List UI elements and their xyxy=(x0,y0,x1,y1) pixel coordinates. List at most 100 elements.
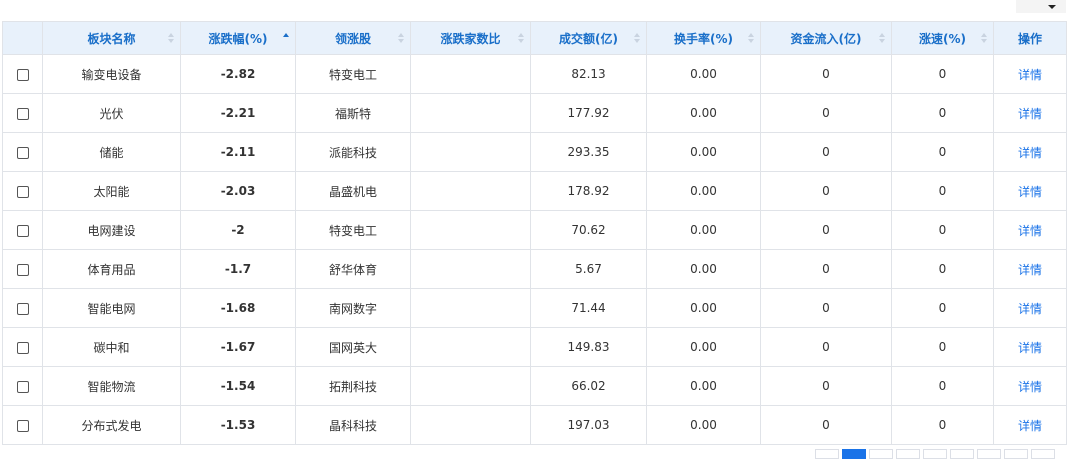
table-row: 体育用品 -1.7 舒华体育 5.67 0.00 0 0 详情 xyxy=(2,249,1067,289)
detail-link-cell: 详情 xyxy=(993,171,1067,211)
turnover-rate-cell: 0.00 xyxy=(646,210,761,250)
sort-icon[interactable] xyxy=(634,33,640,44)
page-button[interactable] xyxy=(1031,449,1055,459)
sort-icon[interactable] xyxy=(748,33,754,44)
table-row: 太阳能 -2.03 晶盛机电 178.92 0.00 0 0 详情 xyxy=(2,171,1067,211)
turnover-cell: 178.92 xyxy=(530,171,647,211)
up-down-ratio-cell xyxy=(410,405,531,445)
header-leading-stock[interactable]: 领涨股 xyxy=(295,21,411,55)
header-change-pct[interactable]: 涨跌幅(%) xyxy=(180,21,296,55)
sector-name-cell: 输变电设备 xyxy=(42,54,181,94)
row-checkbox[interactable] xyxy=(16,185,29,198)
sort-icon[interactable] xyxy=(168,33,174,44)
leading-stock-cell: 舒华体育 xyxy=(295,249,411,289)
change-pct-cell: -2.11 xyxy=(180,132,296,172)
sector-name-cell: 光伏 xyxy=(42,93,181,133)
row-select-cell xyxy=(2,405,43,445)
up-down-ratio-cell xyxy=(410,54,531,94)
change-pct-cell: -2.82 xyxy=(180,54,296,94)
turnover-rate-cell: 0.00 xyxy=(646,93,761,133)
detail-link[interactable]: 详情 xyxy=(1018,107,1042,121)
sector-table: 板块名称 涨跌幅(%) 领涨股 涨跌家数比 成交额(亿) 换手率(%) 资金流入… xyxy=(2,21,1067,445)
speed-cell: 0 xyxy=(891,366,994,406)
header-label: 成交额(亿) xyxy=(559,31,618,46)
speed-cell: 0 xyxy=(891,132,994,172)
page-button[interactable] xyxy=(950,449,974,459)
up-down-ratio-cell xyxy=(410,327,531,367)
detail-link[interactable]: 详情 xyxy=(1018,224,1042,238)
row-checkbox[interactable] xyxy=(16,341,29,354)
detail-link[interactable]: 详情 xyxy=(1018,185,1042,199)
speed-cell: 0 xyxy=(891,54,994,94)
detail-link-cell: 详情 xyxy=(993,132,1067,172)
header-turnover[interactable]: 成交额(亿) xyxy=(530,21,647,55)
change-pct-cell: -2.03 xyxy=(180,171,296,211)
page-button[interactable] xyxy=(923,449,947,459)
row-checkbox[interactable] xyxy=(16,224,29,237)
sort-icon[interactable] xyxy=(981,33,987,44)
page-button[interactable] xyxy=(1004,449,1028,459)
header-up-down-ratio[interactable]: 涨跌家数比 xyxy=(410,21,531,55)
detail-link[interactable]: 详情 xyxy=(1018,146,1042,160)
detail-link[interactable]: 详情 xyxy=(1018,263,1042,277)
capital-inflow-cell: 0 xyxy=(760,132,892,172)
detail-link[interactable]: 详情 xyxy=(1018,380,1042,394)
page-size-dropdown[interactable] xyxy=(1016,0,1066,13)
sector-name-cell: 智能电网 xyxy=(42,288,181,328)
row-checkbox[interactable] xyxy=(16,302,29,315)
header-label: 资金流入(亿) xyxy=(790,31,862,46)
row-select-cell xyxy=(2,249,43,289)
sort-asc-icon[interactable] xyxy=(283,33,289,44)
change-pct-cell: -1.53 xyxy=(180,405,296,445)
row-checkbox[interactable] xyxy=(16,419,29,432)
sort-icon[interactable] xyxy=(398,33,404,44)
page-button[interactable] xyxy=(869,449,893,459)
header-label: 涨速(%) xyxy=(919,31,966,46)
turnover-cell: 197.03 xyxy=(530,405,647,445)
row-select-cell xyxy=(2,171,43,211)
detail-link-cell: 详情 xyxy=(993,288,1067,328)
leading-stock-cell: 晶盛机电 xyxy=(295,171,411,211)
detail-link-cell: 详情 xyxy=(993,405,1067,445)
sector-name-cell: 体育用品 xyxy=(42,249,181,289)
detail-link[interactable]: 详情 xyxy=(1018,341,1042,355)
header-speed[interactable]: 涨速(%) xyxy=(891,21,994,55)
row-select-cell xyxy=(2,132,43,172)
row-checkbox[interactable] xyxy=(16,263,29,276)
row-checkbox[interactable] xyxy=(16,68,29,81)
turnover-cell: 82.13 xyxy=(530,54,647,94)
table-row: 储能 -2.11 派能科技 293.35 0.00 0 0 详情 xyxy=(2,132,1067,172)
leading-stock-cell: 晶科科技 xyxy=(295,405,411,445)
row-checkbox[interactable] xyxy=(16,107,29,120)
page-button-current[interactable] xyxy=(842,449,866,459)
leading-stock-cell: 特变电工 xyxy=(295,210,411,250)
table-row: 输变电设备 -2.82 特变电工 82.13 0.00 0 0 详情 xyxy=(2,54,1067,94)
page-button[interactable] xyxy=(977,449,1001,459)
change-pct-cell: -1.7 xyxy=(180,249,296,289)
row-select-cell xyxy=(2,288,43,328)
turnover-cell: 177.92 xyxy=(530,93,647,133)
speed-cell: 0 xyxy=(891,93,994,133)
leading-stock-cell: 国网英大 xyxy=(295,327,411,367)
speed-cell: 0 xyxy=(891,405,994,445)
sector-name-cell: 太阳能 xyxy=(42,171,181,211)
detail-link[interactable]: 详情 xyxy=(1018,419,1042,433)
page-button[interactable] xyxy=(896,449,920,459)
turnover-rate-cell: 0.00 xyxy=(646,249,761,289)
change-pct-cell: -1.68 xyxy=(180,288,296,328)
header-sector-name[interactable]: 板块名称 xyxy=(42,21,181,55)
capital-inflow-cell: 0 xyxy=(760,249,892,289)
row-select-cell xyxy=(2,54,43,94)
page-button[interactable] xyxy=(815,449,839,459)
row-checkbox[interactable] xyxy=(16,146,29,159)
sort-icon[interactable] xyxy=(518,33,524,44)
detail-link[interactable]: 详情 xyxy=(1018,68,1042,82)
row-checkbox[interactable] xyxy=(16,380,29,393)
turnover-cell: 5.67 xyxy=(530,249,647,289)
sort-icon[interactable] xyxy=(879,33,885,44)
detail-link[interactable]: 详情 xyxy=(1018,302,1042,316)
row-select-cell xyxy=(2,327,43,367)
header-capital-inflow[interactable]: 资金流入(亿) xyxy=(760,21,892,55)
header-label: 领涨股 xyxy=(334,31,371,46)
header-turnover-rate[interactable]: 换手率(%) xyxy=(646,21,761,55)
